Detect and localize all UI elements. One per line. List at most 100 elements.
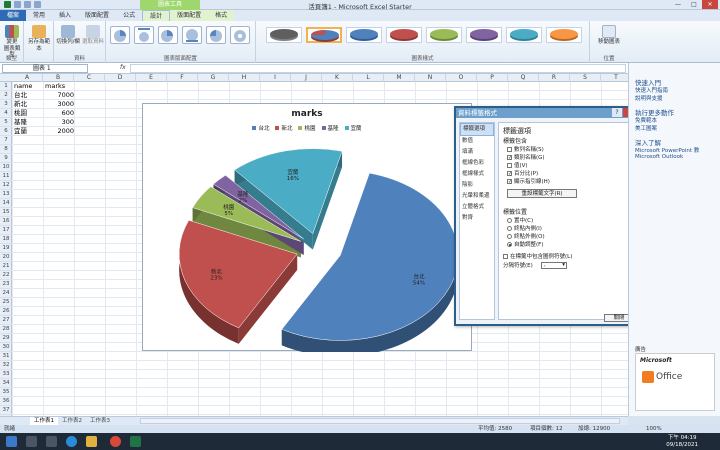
cell-b6[interactable]: 2000 bbox=[43, 127, 74, 136]
chart-style-1[interactable] bbox=[266, 27, 302, 43]
column-header[interactable]: P bbox=[477, 74, 508, 82]
row-header[interactable]: 13 bbox=[0, 190, 12, 199]
outlook-link[interactable]: Microsoft Outlook bbox=[635, 154, 683, 160]
position-outside-end-option[interactable]: 終點外側(O) bbox=[507, 232, 545, 240]
value-checkbox[interactable] bbox=[507, 162, 512, 168]
series-name-option[interactable]: 數列名稱(S) bbox=[507, 145, 544, 153]
cell-b4[interactable]: 600 bbox=[43, 109, 74, 118]
row-header[interactable]: 22 bbox=[0, 271, 12, 280]
row-header[interactable]: 10 bbox=[0, 163, 12, 172]
legend-entry[interactable]: 桃園 bbox=[298, 124, 316, 132]
position-center-radio[interactable] bbox=[507, 217, 512, 223]
position-best-fit-radio[interactable] bbox=[507, 241, 512, 247]
office-ad[interactable]: Microsoft Office bbox=[635, 353, 715, 411]
row-header[interactable]: 37 bbox=[0, 406, 12, 415]
layout-option-4[interactable] bbox=[182, 26, 202, 44]
data-label-category[interactable]: 基隆 bbox=[237, 190, 249, 198]
tab-page-layout[interactable]: 版面配置 bbox=[78, 10, 116, 21]
tab-home[interactable]: 常用 bbox=[26, 10, 52, 21]
cell-a6[interactable]: 宜蘭 bbox=[14, 127, 27, 136]
row-header[interactable]: 19 bbox=[0, 244, 12, 253]
row-header[interactable]: 6 bbox=[0, 127, 12, 136]
start-icon[interactable] bbox=[6, 436, 17, 447]
tab-format[interactable]: 格式 bbox=[208, 10, 235, 21]
row-header[interactable]: 34 bbox=[0, 379, 12, 388]
tab-file[interactable]: 檔案 bbox=[0, 10, 27, 21]
data-label-percent[interactable]: 16% bbox=[287, 176, 299, 182]
row-header[interactable]: 17 bbox=[0, 226, 12, 235]
percentage-option[interactable]: ✓ 百分比(P) bbox=[507, 169, 538, 177]
cell-b3[interactable]: 3000 bbox=[43, 100, 74, 109]
tab-insert[interactable]: 插入 bbox=[52, 10, 78, 21]
row-header[interactable]: 2 bbox=[0, 91, 12, 100]
row-header[interactable]: 33 bbox=[0, 370, 12, 379]
quick-start-guide-link[interactable]: 快速入門指南 bbox=[635, 86, 668, 94]
legend-entry[interactable]: 台北 bbox=[252, 124, 269, 132]
excel-taskbar-icon[interactable] bbox=[130, 436, 141, 447]
row-header[interactable]: 36 bbox=[0, 397, 12, 406]
cell-a4[interactable]: 桃園 bbox=[14, 109, 27, 118]
select-data-button[interactable]: 選取資料 bbox=[81, 25, 105, 46]
clip-art-link[interactable]: 美工圖案 bbox=[635, 124, 657, 132]
series-name-checkbox[interactable] bbox=[507, 146, 512, 152]
sheet-tab-1[interactable]: 工作表1 bbox=[30, 417, 58, 425]
chart-style-5[interactable] bbox=[426, 27, 462, 43]
fx-icon[interactable]: fx bbox=[120, 64, 126, 71]
nav-border-color[interactable]: 框線色彩 bbox=[460, 158, 494, 169]
legend-entry[interactable]: 宜蘭 bbox=[344, 124, 362, 132]
column-header[interactable]: H bbox=[229, 74, 260, 82]
nav-shadow[interactable]: 陰影 bbox=[460, 180, 494, 191]
column-header[interactable]: A bbox=[12, 74, 43, 82]
help-support-link[interactable]: 說明與支援 bbox=[635, 94, 663, 102]
leader-lines-option[interactable]: ✓ 顯示指引線(H) bbox=[507, 177, 550, 185]
save-as-template-button[interactable]: 另存為範本 bbox=[26, 25, 52, 52]
chart-style-6[interactable] bbox=[466, 27, 502, 43]
switch-row-column-button[interactable]: 切換列/欄 bbox=[56, 25, 80, 46]
data-label-category[interactable]: 桃園 bbox=[223, 203, 235, 211]
value-option[interactable]: 值(V) bbox=[507, 161, 528, 169]
column-header[interactable]: D bbox=[105, 74, 136, 82]
data-label-category[interactable]: 新北 bbox=[211, 267, 223, 275]
position-outside-end-radio[interactable] bbox=[507, 233, 512, 239]
horizontal-scrollbar[interactable] bbox=[140, 418, 620, 424]
clock[interactable]: 下午 04:19 09/18/2021 bbox=[666, 435, 698, 448]
nav-glow[interactable]: 光暈和柔邊 bbox=[460, 191, 494, 202]
layout-option-3[interactable] bbox=[158, 26, 178, 44]
chart-style-3[interactable] bbox=[346, 27, 382, 43]
chart-title[interactable]: marks bbox=[143, 109, 471, 119]
cell-a3[interactable]: 新北 bbox=[14, 100, 27, 109]
cell-b1[interactable]: marks bbox=[45, 82, 65, 91]
nav-fill[interactable]: 填滿 bbox=[460, 147, 494, 158]
dialog-title[interactable]: 資料標籤格式 bbox=[456, 108, 638, 118]
column-header[interactable]: Q bbox=[508, 74, 539, 82]
search-icon[interactable] bbox=[26, 436, 37, 447]
column-header[interactable]: T bbox=[601, 74, 628, 82]
task-view-icon[interactable] bbox=[46, 436, 57, 447]
position-best-fit-option[interactable]: 自動調整(F) bbox=[507, 240, 543, 248]
powerpoint-link[interactable]: Microsoft PowerPoint 教 bbox=[635, 146, 699, 154]
row-header[interactable]: 25 bbox=[0, 298, 12, 307]
row-header[interactable]: 18 bbox=[0, 235, 12, 244]
separator-dropdown[interactable]: , ▾ bbox=[541, 262, 567, 269]
row-header[interactable]: 4 bbox=[0, 109, 12, 118]
pie-chart-plot[interactable]: 台北54%新北23%桃園5%基隆2%宜蘭16% bbox=[143, 104, 473, 352]
column-header[interactable]: F bbox=[167, 74, 198, 82]
cell-a2[interactable]: 台北 bbox=[14, 91, 27, 100]
layout-option-6[interactable] bbox=[230, 26, 250, 44]
edge-icon[interactable] bbox=[66, 436, 77, 447]
row-header[interactable]: 26 bbox=[0, 307, 12, 316]
category-name-checkbox[interactable]: ✓ bbox=[507, 154, 512, 160]
data-label-percent[interactable]: 5% bbox=[224, 211, 233, 217]
cell-a1[interactable]: name bbox=[14, 82, 32, 91]
chart-style-4[interactable] bbox=[386, 27, 422, 43]
column-header[interactable]: L bbox=[353, 74, 384, 82]
free-templates-link[interactable]: 免費範本 bbox=[635, 116, 657, 124]
column-header[interactable]: M bbox=[384, 74, 415, 82]
chart-style-2[interactable] bbox=[306, 27, 342, 43]
tab-design[interactable]: 設計 bbox=[142, 10, 171, 21]
data-label-percent[interactable]: 23% bbox=[210, 275, 222, 281]
column-header[interactable]: O bbox=[446, 74, 477, 82]
chart-style-7[interactable] bbox=[506, 27, 542, 43]
row-header[interactable]: 7 bbox=[0, 136, 12, 145]
column-header[interactable]: I bbox=[260, 74, 291, 82]
